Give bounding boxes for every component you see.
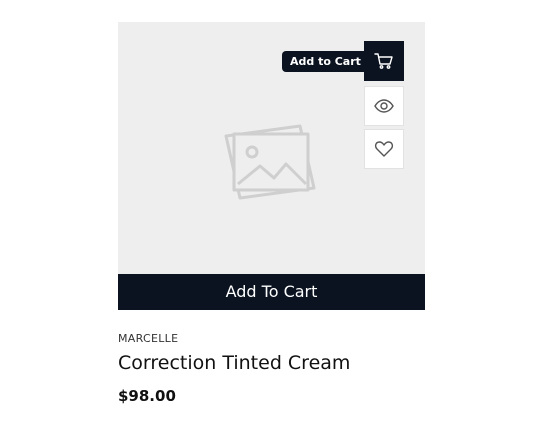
product-image[interactable]: Add to Cart Add To Cart	[118, 22, 425, 310]
product-price: $98.00	[118, 387, 176, 405]
image-placeholder-icon	[224, 124, 316, 200]
add-to-cart-button[interactable]: Add To Cart	[118, 274, 425, 310]
add-to-cart-icon-button[interactable]	[364, 41, 404, 81]
cart-icon	[374, 53, 393, 69]
product-brand[interactable]: MARCELLE	[118, 332, 425, 345]
heart-icon	[374, 141, 394, 157]
add-to-cart-tooltip: Add to Cart	[282, 51, 374, 72]
wishlist-button[interactable]	[364, 129, 404, 169]
eye-icon	[374, 99, 394, 113]
product-title[interactable]: Correction Tinted Cream	[118, 352, 425, 374]
quick-view-button[interactable]	[364, 86, 404, 126]
product-card: Add to Cart Add To Cart MARCELLE Correct…	[118, 22, 425, 405]
